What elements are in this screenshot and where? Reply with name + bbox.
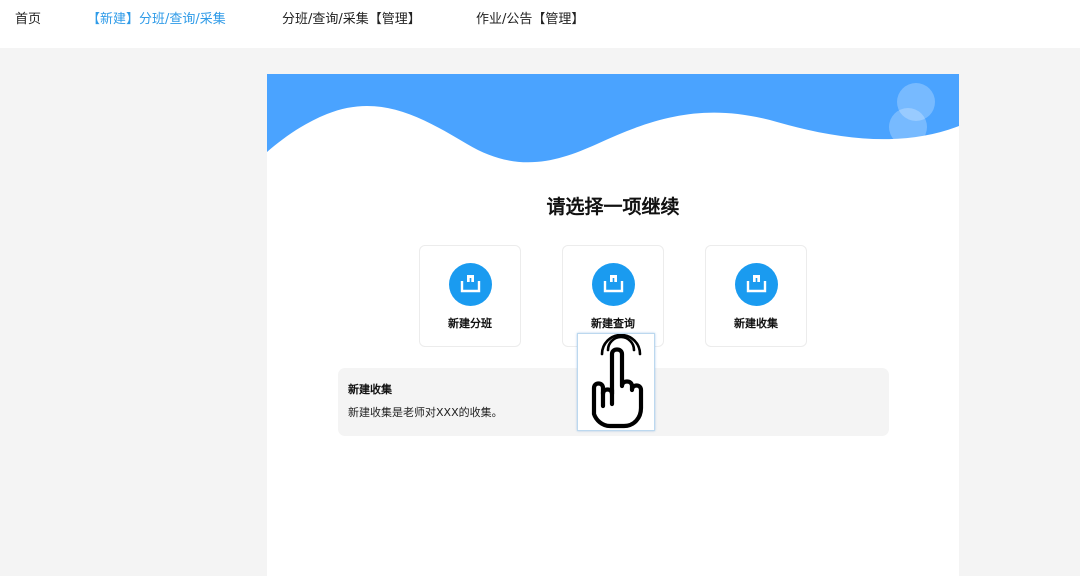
card-label: 新建查询	[591, 317, 635, 330]
nav-manage-homework-notice[interactable]: 作业/公告【管理】	[476, 11, 584, 29]
card-label: 新建收集	[734, 317, 778, 330]
page-title: 请选择一项继续	[546, 196, 680, 218]
upload-tray-icon	[592, 263, 635, 306]
upload-tray-icon	[735, 263, 778, 306]
main-panel: 请选择一项继续 新建分班 新建查询 新建收集 新建收集 新建收集是老师对XXX的…	[267, 74, 959, 576]
description-title: 新建收集	[348, 383, 392, 396]
top-navigation: 首页 【新建】分班/查询/采集 分班/查询/采集【管理】 作业/公告【管理】	[0, 0, 1080, 48]
card-new-query[interactable]: 新建查询	[562, 245, 664, 347]
card-label: 新建分班	[448, 317, 492, 330]
upload-tray-icon	[449, 263, 492, 306]
card-new-class[interactable]: 新建分班	[419, 245, 521, 347]
hand-pointer-icon	[577, 333, 655, 431]
nav-home[interactable]: 首页	[15, 11, 41, 29]
nav-new-class-query-collect[interactable]: 【新建】分班/查询/采集	[87, 11, 226, 29]
description-text: 新建收集是老师对XXX的收集。	[348, 406, 503, 419]
nav-manage-class-query-collect[interactable]: 分班/查询/采集【管理】	[282, 11, 421, 29]
card-new-collect[interactable]: 新建收集	[705, 245, 807, 347]
